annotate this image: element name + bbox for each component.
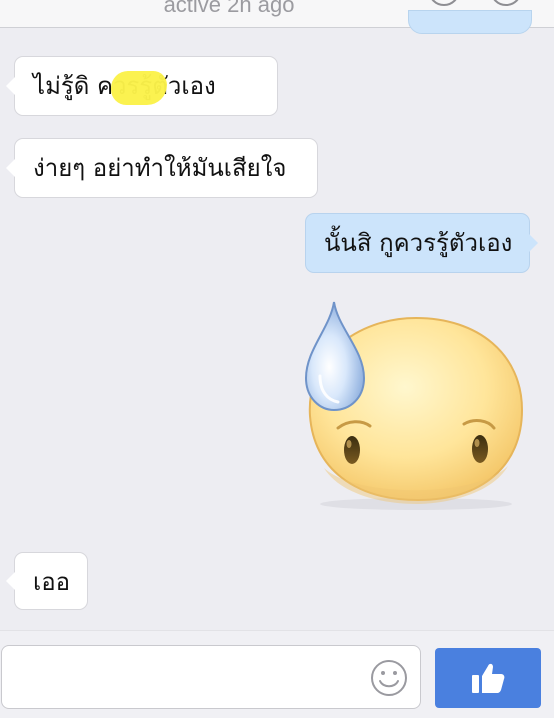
message-input[interactable]	[1, 645, 421, 709]
outgoing-message[interactable]: นั้นสิ กูควรรู้ตัวเอง	[305, 213, 538, 273]
message-text: ง่ายๆ อย่าทำให้มันเสียใจ	[33, 154, 287, 182]
redaction-mark	[111, 71, 167, 105]
message-text: เออ	[33, 568, 71, 596]
incoming-message[interactable]: ง่ายๆ อย่าทำให้มันเสียใจ	[6, 138, 318, 198]
previous-outgoing-bubble	[408, 10, 532, 34]
thumbs-up-icon	[472, 663, 505, 693]
incoming-message[interactable]: ไม่รู้ดิ ควรรู้ตัวเอง	[6, 56, 278, 116]
like-button[interactable]	[435, 648, 541, 708]
info-button[interactable]	[490, 0, 522, 6]
incoming-message[interactable]: เออ	[6, 552, 88, 610]
sweat-drop-face-sticker[interactable]	[296, 298, 532, 512]
message-composer	[0, 630, 554, 718]
smiley-icon[interactable]	[369, 658, 409, 698]
message-text: นั้นสิ กูควรรู้ตัวเอง	[324, 229, 513, 257]
active-status: active 2h ago	[163, 0, 295, 17]
